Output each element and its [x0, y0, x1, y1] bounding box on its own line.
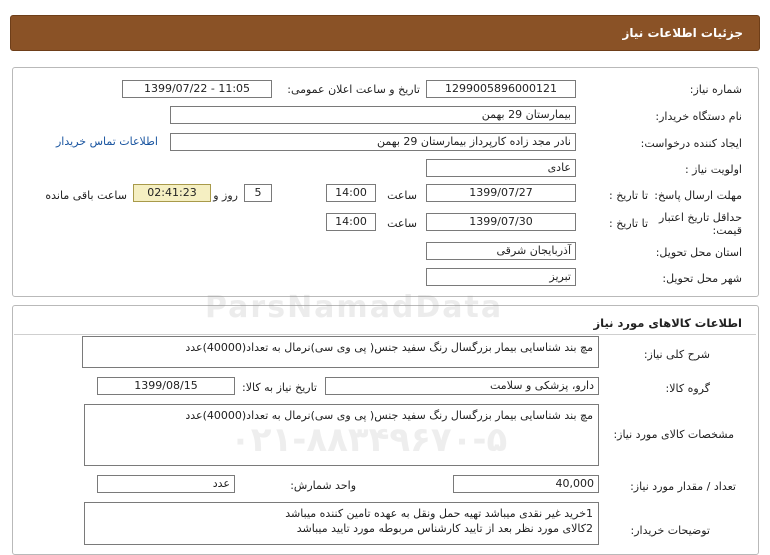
unit-label: واحد شمارش:: [290, 479, 356, 492]
group-label: گروه کالا:: [665, 382, 710, 395]
need-number-field: 1299005896000121: [426, 80, 576, 98]
goods-section-title: اطلاعات کالاهای مورد نیاز: [593, 316, 742, 330]
buyer-notes-line-2: 2کالای مورد نظر بعد از تایید کارشناس مرب…: [296, 522, 593, 535]
city-label: شهر محل تحویل:: [662, 272, 742, 285]
buyer-contact-link[interactable]: اطلاعات تماس خریدار: [56, 135, 158, 148]
summary-label: شرح کلی نیاز:: [643, 348, 710, 361]
announce-label: تاریخ و ساعت اعلان عمومی:: [287, 83, 420, 96]
need-date-field: 1399/08/15: [97, 377, 235, 395]
buyer-notes-line-1: 1خرید غیر نقدی میباشد تهیه حمل ونقل به ع…: [285, 507, 593, 520]
buyer-org-field: بیمارستان 29 بهمن: [170, 106, 576, 124]
details-panel: [12, 67, 759, 297]
section-divider: [14, 334, 756, 335]
city-field: تبریز: [426, 268, 576, 286]
page-title: جزئیات اطلاعات نیاز: [622, 26, 743, 40]
requester-label: ایجاد کننده درخواست:: [640, 137, 742, 150]
summary-field: مچ بند شناسایی بیمار بزرگسال رنگ سفید جن…: [82, 336, 599, 368]
qty-field: 40,000: [453, 475, 599, 493]
validity-time-label: ساعت: [387, 217, 417, 230]
qty-label: تعداد / مقدار مورد نیاز:: [630, 480, 736, 493]
deadline-date-field: 1399/07/27: [426, 184, 576, 202]
validity-time-field: 14:00: [326, 213, 376, 231]
province-label: استان محل تحویل:: [655, 246, 742, 259]
spec-label: مشخصات کالای مورد نیاز:: [613, 428, 734, 441]
announce-field: 1399/07/22 - 11:05: [122, 80, 272, 98]
need-number-label: شماره نیاز:: [689, 83, 742, 96]
days-remaining-field: 5: [244, 184, 272, 202]
buyer-notes-label: توضیحات خریدار:: [630, 524, 711, 537]
group-field: دارو، پزشکی و سلامت: [325, 377, 599, 395]
page-header: جزئیات اطلاعات نیاز: [10, 15, 760, 51]
buyer-notes-field: 1خرید غیر نقدی میباشد تهیه حمل ونقل به ع…: [84, 502, 599, 545]
buyer-org-label: نام دستگاه خریدار:: [655, 110, 742, 123]
priority-label: اولویت نیاز :: [684, 163, 742, 176]
validity-date-field: 1399/07/30: [426, 213, 576, 231]
remaining-time-label: ساعت باقی مانده: [45, 189, 127, 202]
deadline-time-field: 14:00: [326, 184, 376, 202]
province-field: آذربایجان شرقی: [426, 242, 576, 260]
priority-field: عادی: [426, 159, 576, 177]
remaining-time-field: 02:41:23: [133, 184, 211, 202]
need-date-label: تاریخ نیاز به کالا:: [242, 381, 317, 394]
deadline-time-label: ساعت: [387, 189, 417, 202]
deadline-until-label: تا تاریخ :: [609, 189, 648, 202]
validity-until-label: تا تاریخ :: [609, 217, 648, 230]
requester-field: نادر مجد زاده کارپرداز بیمارستان 29 بهمن: [170, 133, 576, 151]
unit-field: عدد: [97, 475, 235, 493]
days-label: روز و: [213, 189, 238, 202]
spec-field: مچ بند شناسایی بیمار بزرگسال رنگ سفید جن…: [84, 404, 599, 466]
deadline-label: مهلت ارسال پاسخ:: [654, 189, 742, 202]
